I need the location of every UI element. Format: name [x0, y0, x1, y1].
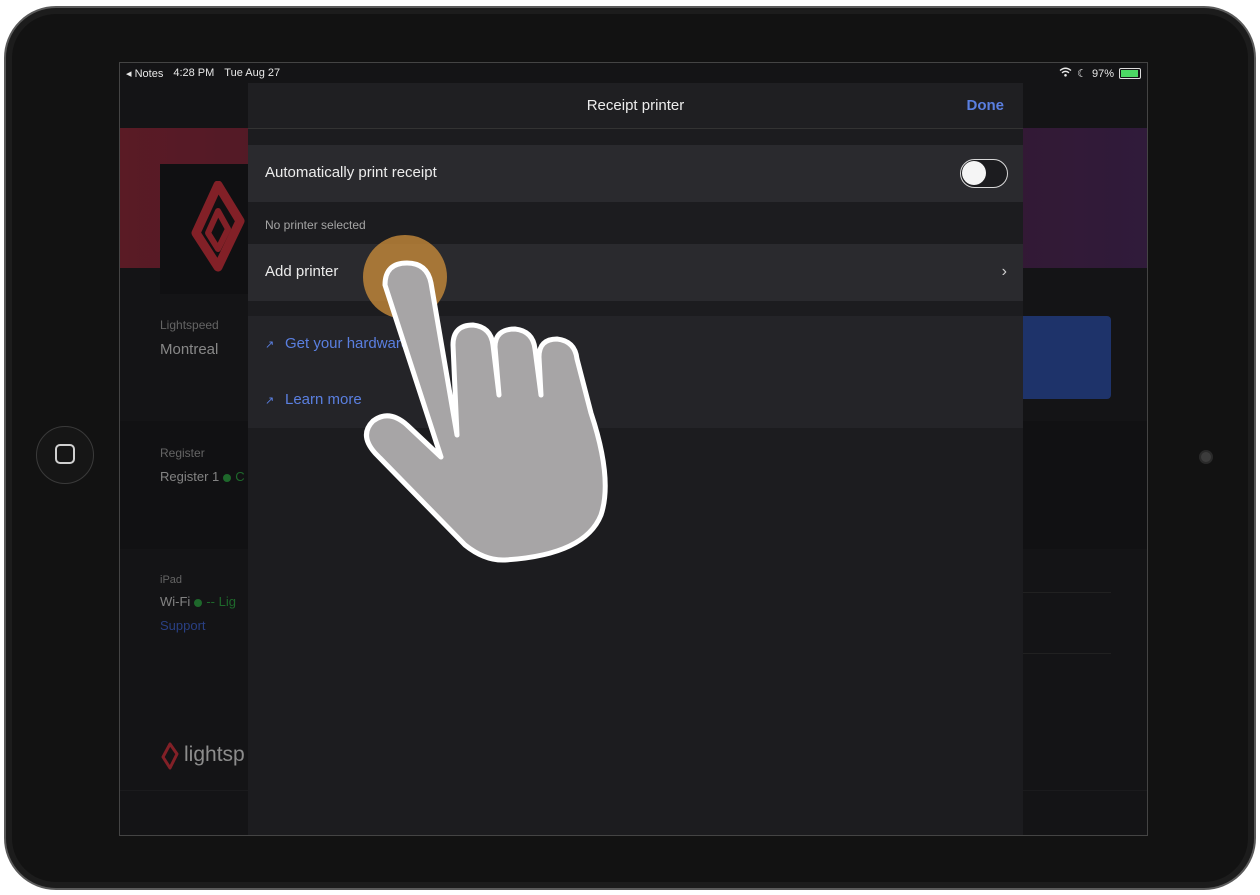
status-bar: ◂ Notes 4:28 PM Tue Aug 27 ☾ 97% — [120, 63, 1147, 85]
battery-icon — [1119, 68, 1141, 79]
camera-icon — [1199, 450, 1213, 464]
get-hardware-label: Get your hardware — [285, 335, 410, 352]
auto-print-row: Automatically print receipt — [248, 145, 1023, 202]
status-date: Tue Aug 27 — [224, 67, 281, 79]
home-square-icon — [55, 444, 75, 464]
auto-print-label: Automatically print receipt — [265, 164, 437, 181]
chevron-right-icon: › — [1001, 263, 1007, 280]
done-button[interactable]: Done — [967, 97, 1005, 114]
wifi-icon — [1059, 67, 1072, 80]
learn-more-label: Learn more — [285, 391, 362, 408]
add-printer-label: Add printer — [265, 263, 339, 280]
back-to-app-link[interactable]: ◂ Notes — [126, 67, 163, 80]
auto-print-toggle[interactable] — [960, 159, 1008, 188]
no-printer-note: No printer selected — [265, 218, 366, 232]
add-printer-row[interactable]: Add printer › — [248, 244, 1023, 301]
moon-icon: ☾ — [1077, 68, 1087, 80]
status-time: 4:28 PM — [173, 67, 215, 79]
external-arrow-icon: ↗ — [265, 395, 275, 407]
modal-title: Receipt printer — [586, 97, 685, 114]
toggle-knob — [962, 161, 986, 185]
links-section: ↗ Get your hardware ↗ Learn more — [248, 316, 1023, 428]
receipt-printer-modal: Receipt printer Done Automatically print… — [248, 83, 1023, 835]
learn-more-link[interactable]: ↗ Learn more — [265, 391, 362, 408]
get-hardware-link[interactable]: ↗ Get your hardware — [265, 335, 409, 352]
modal-header: Receipt printer Done — [248, 83, 1023, 129]
ipad-screen: Lightspeed Montreal Register Register 1C… — [119, 62, 1148, 836]
home-button[interactable] — [36, 426, 94, 484]
battery-percent: 97% — [1091, 67, 1114, 80]
external-arrow-icon: ↗ — [265, 339, 275, 351]
